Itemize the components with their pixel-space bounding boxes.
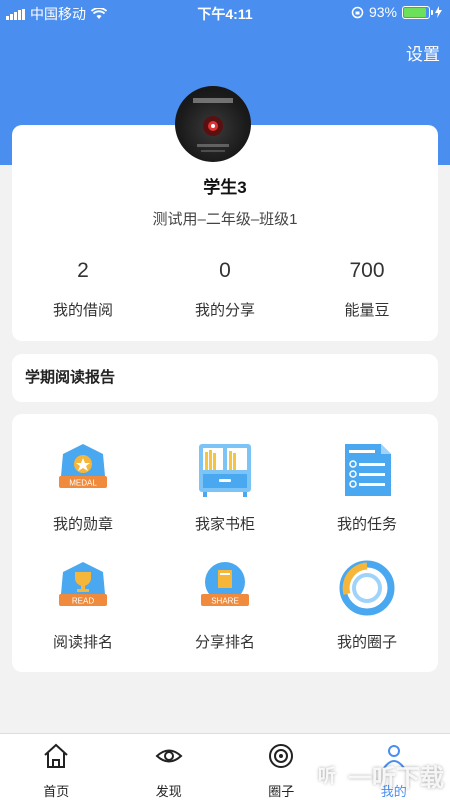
battery-icon: [402, 5, 433, 19]
stats-row: 2 我的借阅 0 我的分享 700 能量豆: [12, 259, 438, 320]
stat-value: 700: [349, 259, 385, 282]
eye-icon: [155, 749, 183, 763]
stat-label: 能量豆: [344, 302, 390, 319]
grid-item-share-rank[interactable]: SHARE 分享排名: [154, 558, 296, 652]
circle-icon: [269, 744, 294, 768]
grid-item-my-circle[interactable]: 我的圈子: [296, 558, 438, 652]
username: 学生3: [203, 178, 247, 197]
grid-item-medals[interactable]: MEDAL 我的勋章: [12, 440, 154, 534]
settings-button[interactable]: 设置: [406, 40, 440, 65]
stat-borrowed[interactable]: 2 我的借阅: [23, 259, 143, 320]
tab-home[interactable]: 首页: [0, 734, 113, 800]
grid-item-reading-rank[interactable]: READ 阅读排名: [12, 558, 154, 652]
share-badge-text: SHARE: [211, 597, 239, 606]
rotation-lock-icon: [351, 6, 364, 18]
grid-label: 我家书柜: [194, 516, 255, 533]
circle-group-icon: [339, 560, 395, 616]
grid-label: 我的圈子: [336, 634, 397, 651]
semester-report-button[interactable]: 学期阅读报告: [12, 354, 438, 402]
medal-icon: MEDAL: [59, 444, 107, 488]
tab-label: 首页: [43, 784, 70, 799]
watermark: 听 一听下载: [312, 758, 444, 793]
class-info: 测试用–二年级–班级1: [152, 211, 298, 228]
charging-icon: [435, 6, 442, 18]
share-rank-icon: SHARE: [201, 562, 249, 606]
stat-value: 2: [77, 259, 89, 282]
status-bar: 中国移动 下午4:11 93%: [0, 0, 450, 26]
grid-label: 阅读排名: [52, 634, 113, 651]
stat-label: 我的借阅: [52, 302, 113, 319]
tab-label: 发现: [155, 784, 182, 799]
stat-label: 我的分享: [194, 302, 255, 319]
tab-discover[interactable]: 发现: [113, 734, 226, 800]
grid-item-tasks[interactable]: 我的任务: [296, 440, 438, 534]
medal-badge-text: MEDAL: [69, 479, 97, 488]
home-icon: [44, 743, 68, 768]
read-badge-text: READ: [72, 597, 94, 606]
grid-label: 我的勋章: [52, 516, 113, 533]
avatar-image: [193, 98, 233, 152]
watermark-logo: 听: [312, 760, 342, 791]
grid-label: 分享排名: [194, 634, 255, 651]
grid-label: 我的任务: [336, 516, 397, 533]
grid-item-bookshelf[interactable]: 我家书柜: [154, 440, 296, 534]
avatar[interactable]: [175, 86, 251, 162]
bookshelf-icon: [199, 444, 251, 497]
battery-percent: 93%: [368, 4, 397, 20]
stat-shared[interactable]: 0 我的分享: [165, 259, 285, 320]
feature-grid: MEDAL 我的勋章 我家书柜 我的任务 READ 阅读排名 SHARE 分享排…: [12, 414, 438, 672]
task-list-icon: [345, 444, 391, 496]
watermark-text: 一听下载: [348, 765, 444, 792]
stat-energy-beans[interactable]: 700 能量豆: [307, 259, 427, 320]
stat-value: 0: [219, 259, 231, 282]
reading-rank-icon: READ: [59, 562, 107, 606]
